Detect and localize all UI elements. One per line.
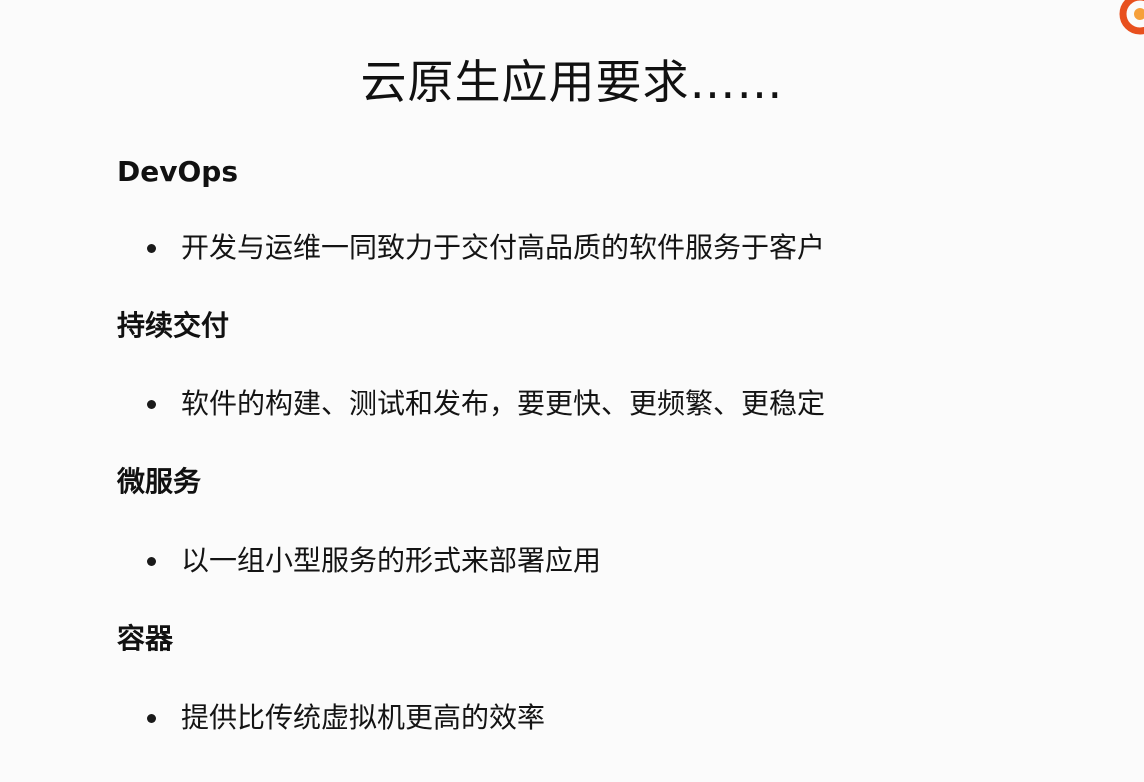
list-item: 提供比传统虚拟机更高的效率 <box>147 698 545 738</box>
slide: 云原生应用要求…… DevOps 开发与运维一同致力于交付高品质的软件服务于客户… <box>0 0 1144 782</box>
bullet-text: 开发与运维一同致力于交付高品质的软件服务于客户 <box>181 231 826 264</box>
bullet-text: 软件的构建、测试和发布，要更快、更频繁、更稳定 <box>181 387 826 420</box>
bullet-text: 提供比传统虚拟机更高的效率 <box>181 701 546 734</box>
list-item: 软件的构建、测试和发布，要更快、更频繁、更稳定 <box>147 384 825 424</box>
list-item: 开发与运维一同致力于交付高品质的软件服务于客户 <box>147 228 825 268</box>
bullet-icon <box>147 713 156 723</box>
brand-logo-icon <box>1119 0 1144 35</box>
section-heading-devops: DevOps <box>117 155 238 188</box>
list-item: 以一组小型服务的形式来部署应用 <box>147 541 601 581</box>
bullet-icon <box>147 399 156 409</box>
section-heading-microservices: 微服务 <box>117 465 202 498</box>
bullet-icon <box>147 243 156 253</box>
bullet-icon <box>147 556 156 566</box>
bullet-text: 以一组小型服务的形式来部署应用 <box>181 544 602 577</box>
section-heading-continuous-delivery: 持续交付 <box>117 309 230 342</box>
slide-title: 云原生应用要求…… <box>360 55 784 109</box>
section-heading-containers: 容器 <box>117 622 174 655</box>
